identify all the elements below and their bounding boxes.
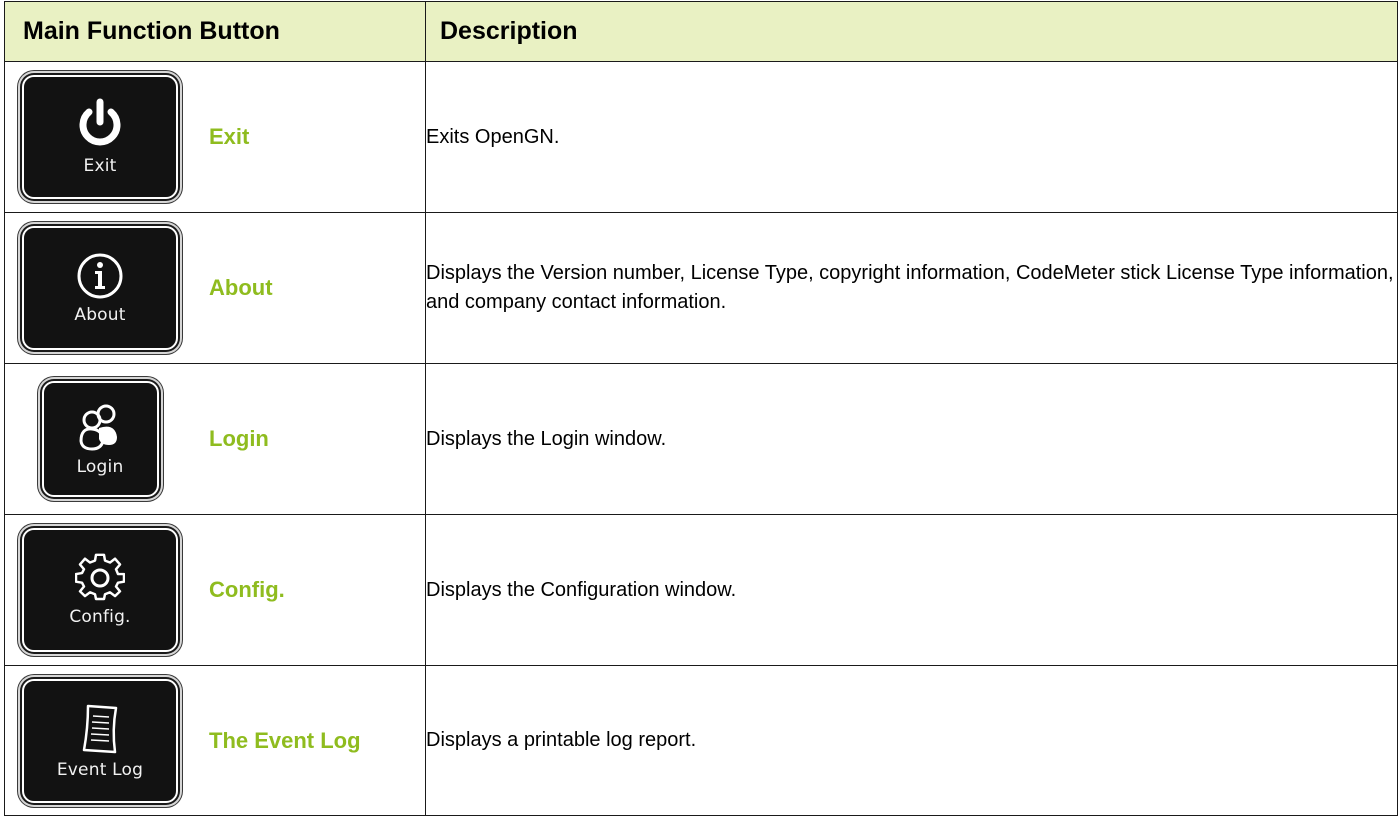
exit-button-image: Exit bbox=[22, 75, 178, 199]
button-name: Login bbox=[209, 426, 269, 451]
login-button-image: Login bbox=[41, 381, 159, 497]
button-cell: Config. Config. bbox=[4, 514, 426, 666]
document-icon bbox=[82, 704, 118, 753]
button-name: Config. bbox=[209, 577, 285, 602]
table-row: About About Displays the Version number,… bbox=[4, 212, 1398, 364]
event-log-button-image: Event Log bbox=[22, 678, 178, 803]
icon-caption: Event Log bbox=[56, 759, 144, 780]
description-cell: Displays the Configuration window. bbox=[425, 514, 1398, 666]
icon-caption: Exit bbox=[83, 156, 117, 176]
table-row: Config. Config. Displays the Configurati… bbox=[4, 514, 1398, 666]
column-header-description: Description bbox=[425, 1, 1398, 62]
main-function-table: Main Function Button Description Exit Ex… bbox=[4, 1, 1398, 816]
description-cell: Displays a printable log report. bbox=[425, 665, 1398, 816]
button-cell: Event Log The Event Log bbox=[4, 665, 426, 816]
description-cell: Exits OpenGN. bbox=[425, 61, 1398, 213]
table-row: Exit Exit Exits OpenGN. bbox=[4, 61, 1398, 213]
gear-icon bbox=[75, 553, 125, 601]
button-name: The Event Log bbox=[209, 727, 361, 753]
column-header-button: Main Function Button bbox=[4, 1, 426, 62]
button-cell: About About bbox=[4, 212, 426, 364]
info-icon bbox=[77, 253, 123, 299]
icon-caption: About bbox=[74, 305, 126, 325]
power-icon bbox=[79, 98, 121, 146]
icon-caption: Login bbox=[76, 457, 124, 477]
table-row: Event Log The Event Log Displays a print… bbox=[4, 665, 1398, 816]
config-button-image: Config. bbox=[22, 528, 178, 652]
description-cell: Displays the Login window. bbox=[425, 363, 1398, 515]
button-name: Exit bbox=[209, 124, 250, 149]
button-cell: Exit Exit bbox=[4, 61, 426, 213]
table-row: Login Login Displays the Login window. bbox=[4, 363, 1398, 515]
button-cell: Login Login bbox=[4, 363, 426, 515]
table-header-row: Main Function Button Description bbox=[4, 1, 1398, 62]
users-icon bbox=[79, 404, 117, 451]
icon-caption: Config. bbox=[69, 607, 131, 627]
about-button-image: About bbox=[22, 226, 178, 350]
description-cell: Displays the Version number, License Typ… bbox=[425, 212, 1398, 364]
button-name: About bbox=[209, 275, 273, 300]
